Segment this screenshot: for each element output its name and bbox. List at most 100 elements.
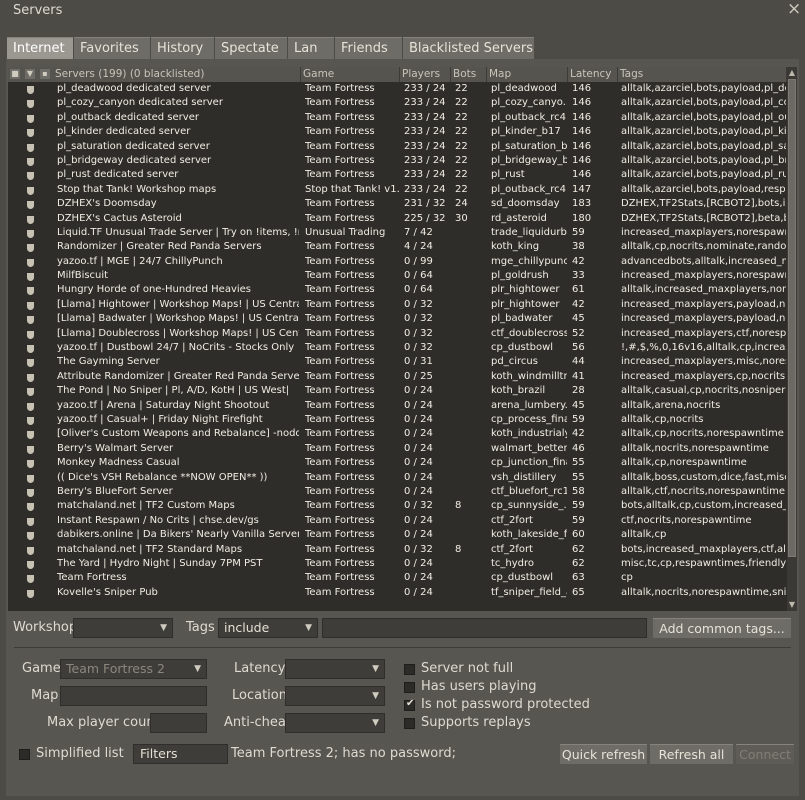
cell-name: [Oliver's Custom Weapons and Rebalance] … [57,428,299,440]
table-row[interactable]: Attribute Randomizer | Greater Red Panda… [8,370,787,384]
anticheat-select[interactable]: ▼ [285,713,385,733]
table-row[interactable]: pl_kinder dedicated server Team Fortress 2… [8,125,787,139]
cell-tags: increased_maxplayers,cp,nocrits,a... [621,370,786,382]
lock-icon[interactable]: ■ [10,69,20,79]
column-header-tags[interactable]: Tags [618,67,787,82]
shield-icon [27,215,34,224]
table-row[interactable]: Liquid.TF Unusual Trade Server | Try on … [8,226,787,240]
table-row[interactable]: (( Dice's VSH Rebalance **NOW OPEN** )) T… [8,471,787,485]
table-row[interactable]: MilfBiscuit Team Fortress 0 / 64 pl_goldrus… [8,269,787,283]
replay-icon[interactable]: ▪ [40,69,50,79]
table-row[interactable]: Kovelle's Sniper Pub Team Fortress 0 / 24 t… [8,586,787,600]
tab-blacklisted[interactable]: Blacklisted Servers [403,37,534,59]
workshop-select[interactable]: ▼ [73,618,173,638]
table-row[interactable]: yazoo.tf | Arena | Saturday Night Shooto… [8,399,787,413]
refresh-all-button[interactable]: Refresh all [650,744,733,764]
tags-mode-select[interactable]: include ▼ [218,618,318,638]
table-row[interactable]: Instant Respawn / No Crits | chse.dev/gs… [8,514,787,528]
table-row[interactable]: Team Fortress Team Fortress 0 / 24 cp_dustb… [8,571,787,585]
table-row[interactable]: [Llama] Badwater | Workshop Maps! | US C… [8,312,787,326]
column-header-bots[interactable]: Bots [451,67,487,82]
cell-name: Monkey Madness Casual [57,457,180,469]
cell-latency: 59 [572,226,585,238]
max-player-input[interactable] [150,713,207,733]
tags-input[interactable] [322,618,647,638]
table-row[interactable]: The Gayming Server Team Fortress 0 / 31 pd_… [8,355,787,369]
column-header-game[interactable]: Game [301,67,400,82]
table-row[interactable]: The Yard | Hydro Night | Sunday 7PM PST T… [8,557,787,571]
cell-latency: 52 [572,327,585,339]
simplified-list-checkbox[interactable] [19,749,30,760]
table-row[interactable]: Berry's BlueFort Server Team Fortress 0 / … [8,485,787,499]
cell-players: 0 / 24 [404,586,433,598]
tab-history[interactable]: History [151,37,214,59]
table-row[interactable]: matchaland.net | TF2 Custom Maps Team For… [8,499,787,513]
table-row[interactable]: pl_outback dedicated server Team Fortress… [8,111,787,125]
filters-button[interactable]: Filters [133,744,228,764]
cell-map: pl_outback_rc4 [491,183,567,195]
table-row[interactable]: Monkey Madness Casual Team Fortress 0 / 24… [8,456,787,470]
table-row[interactable]: dabikers.online | Da Bikers' Nearly Vani… [8,528,787,542]
not-password-protected-checkbox[interactable]: ✔ [404,698,415,711]
table-row[interactable]: matchaland.net | TF2 Standard Maps Team F… [8,543,787,557]
cell-tags: alltalk,azarciel,bots,payload,pl_coz... [621,97,786,109]
tab-favorites[interactable]: Favorites [74,37,150,59]
table-row[interactable]: DZHEX's Cactus Asteroid Team Fortress 225 … [8,212,787,226]
server-not-full-checkbox[interactable] [404,664,415,675]
tab-spectate[interactable]: Spectate [215,37,287,59]
table-row[interactable]: Berry's Walmart Server Team Fortress 0 / 2… [8,442,787,456]
tab-friends[interactable]: Friends [335,37,402,59]
supports-replays-checkbox[interactable] [404,718,415,729]
quick-refresh-button[interactable]: Quick refresh [560,744,647,764]
table-row[interactable]: yazoo.tf | Dustbowl 24/7 | NoCrits - Sto… [8,341,787,355]
table-row[interactable]: pl_rust dedicated server Team Fortress 233… [8,168,787,182]
table-row[interactable]: [Llama] Hightower | Workshop Maps! | US … [8,298,787,312]
tab-lan[interactable]: Lan [288,37,334,59]
connect-button[interactable]: Connect [736,744,794,764]
table-row[interactable]: pl_deadwood dedicated server Team Fortres… [8,82,787,96]
table-row[interactable]: [Oliver's Custom Weapons and Rebalance] … [8,427,787,441]
cell-map: cp_sunnyside_... [491,500,567,512]
table-row[interactable]: Stop that Tank! Workshop maps Stop that T… [8,183,787,197]
game-select[interactable]: Team Fortress 2 ▼ [60,659,207,679]
table-row[interactable]: Randomizer | Greater Red Panda Servers Te… [8,240,787,254]
table-row[interactable]: Hungry Horde of one-Hundred Heavies Team … [8,283,787,297]
server-list[interactable]: ■ ▼ ▪ Servers (199) (0 blacklisted) Game… [8,67,797,611]
cell-latency: 183 [572,198,592,210]
cell-latency: 62 [572,557,585,569]
cell-name: Team Fortress [57,572,127,584]
column-header-latency[interactable]: Latency [568,67,618,82]
column-header-map[interactable]: Map [487,67,568,82]
add-common-tags-button[interactable]: Add common tags... [653,618,791,638]
cell-tags: increased_maxplayers,norespawnt... [621,270,786,282]
list-scrollbar[interactable]: ▲ ▼ [787,67,797,611]
table-row[interactable]: The Pond | No Sniper | Pl, A/D, KotH | U… [8,384,787,398]
table-row[interactable]: yazoo.tf | MGE | 24/7 ChillyPunch Team Fo… [8,255,787,269]
tab-internet[interactable]: Internet [7,37,73,61]
scroll-down-icon[interactable]: ▼ [787,599,797,611]
cell-map: cp_process_final [491,413,567,425]
cell-name: Instant Respawn / No Crits | chse.dev/gs [57,514,259,526]
scroll-up-icon[interactable]: ▲ [787,67,797,79]
column-header-players[interactable]: Players [400,67,451,82]
column-header-servers[interactable]: Servers (199) (0 blacklisted) [53,67,301,82]
table-row[interactable]: pl_cozy_canyon dedicated server Team Fort… [8,96,787,110]
cell-players: 0 / 24 [404,471,433,483]
shield-icon [27,416,34,425]
shield-icon[interactable]: ▼ [25,69,35,79]
table-row[interactable]: DZHEX's Doomsday Team Fortress 231 / 32 24 s… [8,197,787,211]
cell-tags: alltalk,azarciel,bots,payload,pl_outb... [621,111,786,123]
table-row[interactable]: [Llama] Doublecross | Workshop Maps! | U… [8,327,787,341]
latency-select[interactable]: ▼ [285,659,385,679]
cell-bots: 22 [455,169,468,181]
has-users-playing-checkbox[interactable] [404,682,415,693]
close-icon[interactable]: × [787,0,801,18]
cell-latency: 61 [572,284,585,296]
cell-players: 0 / 24 [404,557,433,569]
location-select[interactable]: ▼ [285,686,385,706]
table-row[interactable]: pl_bridgeway dedicated server Team Fortre… [8,154,787,168]
scrollbar-thumb[interactable] [788,79,796,557]
table-row[interactable]: yazoo.tf | Casual+ | Friday Night Firefi… [8,413,787,427]
map-input[interactable] [60,686,207,706]
table-row[interactable]: pl_saturation dedicated server Team Fortr… [8,140,787,154]
